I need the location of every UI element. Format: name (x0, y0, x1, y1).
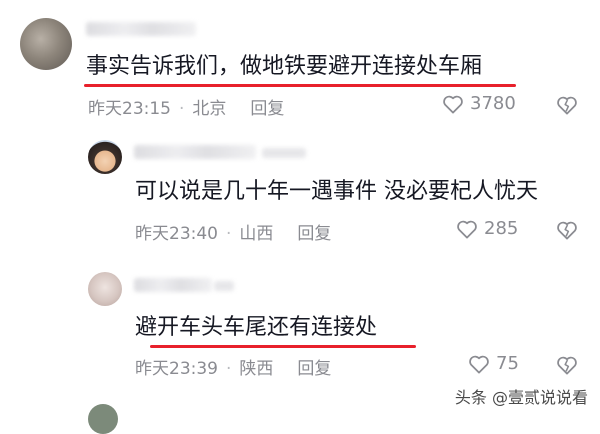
like-button[interactable]: 285 (456, 218, 518, 239)
highlight-underline (84, 84, 516, 87)
comment-meta: 昨天23:15 · 北京 回复 (88, 94, 284, 119)
comment-time: 昨天23:40 (135, 224, 218, 244)
avatar[interactable] (20, 18, 72, 70)
broken-heart-icon[interactable] (556, 355, 578, 375)
meta-separator: · (226, 224, 232, 244)
comment-meta: 昨天23:39 · 陕西 回复 (135, 354, 331, 379)
comment-time: 昨天23:15 (88, 99, 171, 119)
username-blurred-extra (214, 281, 234, 291)
highlight-underline (150, 345, 416, 348)
meta-separator: · (226, 359, 232, 379)
username-blurred[interactable] (134, 145, 256, 159)
reply-button[interactable]: 回复 (250, 99, 284, 119)
comment-location: 山西 (239, 224, 274, 244)
meta-separator: · (179, 99, 185, 119)
like-count: 285 (484, 218, 519, 239)
avatar[interactable] (88, 140, 122, 174)
username-blurred[interactable] (134, 278, 212, 292)
watermark: 头条 @壹贰说说看 (454, 388, 588, 407)
like-count: 75 (496, 353, 519, 374)
heart-outline-icon (469, 355, 489, 373)
comment-text: 可以说是几十年一遇事件 没必要杞人忧天 (135, 179, 538, 204)
comment-time: 昨天23:39 (135, 359, 218, 379)
heart-outline-icon (457, 220, 477, 238)
avatar[interactable] (88, 272, 122, 306)
like-button[interactable]: 75 (468, 353, 519, 374)
comment-text: 避开车头车尾还有连接处 (135, 315, 378, 340)
comment-meta: 昨天23:40 · 山西 回复 (135, 219, 331, 244)
comment-text: 事实告诉我们，做地铁要避开连接处车厢 (86, 54, 483, 79)
broken-heart-icon[interactable] (556, 95, 578, 115)
comment-location: 北京 (192, 99, 227, 119)
like-count: 3780 (470, 93, 516, 114)
heart-outline-icon (443, 95, 463, 113)
broken-heart-icon[interactable] (556, 220, 578, 240)
username-blurred[interactable] (86, 22, 196, 36)
reply-button[interactable]: 回复 (297, 224, 331, 244)
comment-location: 陕西 (239, 359, 274, 379)
username-blurred-extra (262, 148, 306, 158)
like-button[interactable]: 3780 (442, 93, 516, 114)
reply-button[interactable]: 回复 (297, 359, 331, 379)
avatar-partial[interactable] (88, 404, 118, 434)
